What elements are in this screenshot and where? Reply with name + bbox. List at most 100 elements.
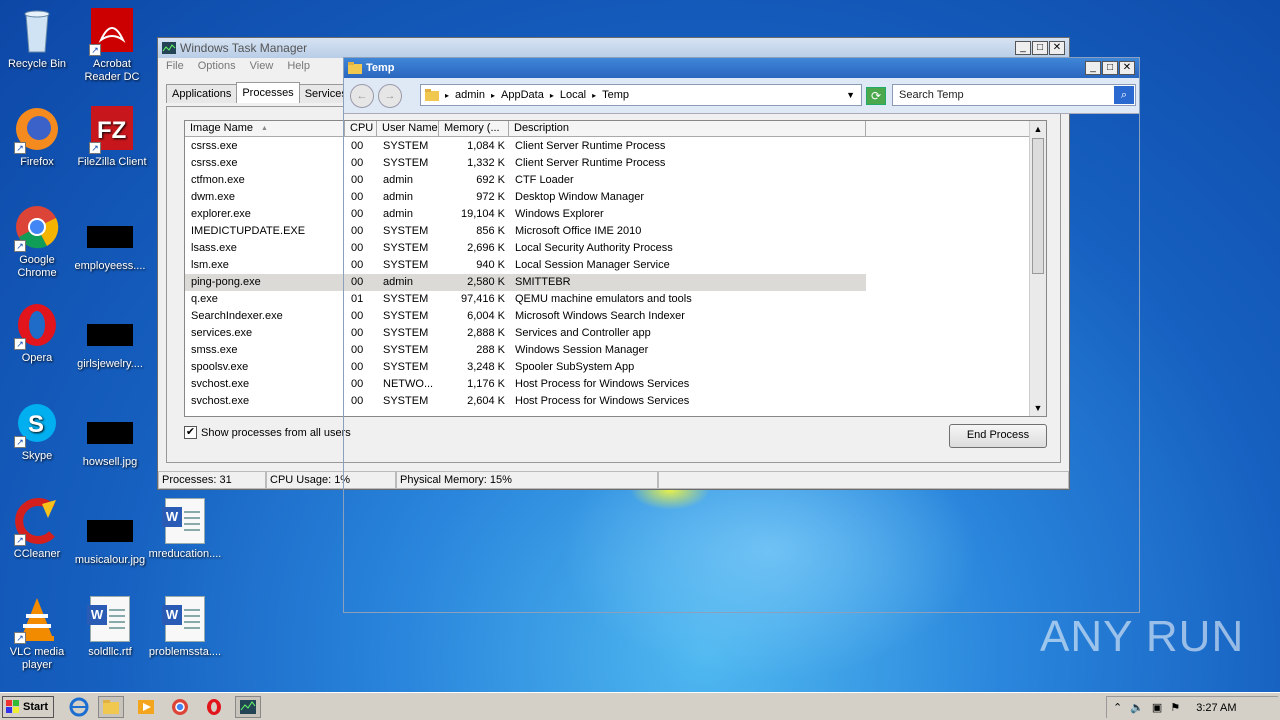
desktop-icon-girlsjewelry[interactable]: girlsjewelry.... — [73, 312, 147, 371]
task-manager-title: Windows Task Manager — [180, 41, 308, 55]
chevron-right-icon: ▸ — [445, 90, 450, 100]
menu-view[interactable]: View — [250, 60, 274, 74]
breadcrumb-temp[interactable]: Temp — [602, 89, 629, 101]
status-processes: Processes: 31 — [158, 471, 266, 489]
process-name: svchost.exe — [191, 378, 250, 390]
process-name: spoolsv.exe — [191, 361, 249, 373]
shortcut-arrow-icon: ↗ — [14, 632, 26, 644]
explorer-navbar: ← → ▸ admin ▸ AppData ▸ Local ▸ Temp ▼ ⟳… — [344, 78, 1139, 114]
folder-icon — [348, 62, 362, 74]
image-file-icon — [87, 520, 133, 542]
explorer-title: Temp — [366, 62, 395, 74]
desktop-icon-employeess[interactable]: employeess.... — [73, 214, 147, 273]
maximize-button[interactable]: □ — [1032, 41, 1048, 55]
process-name: lsass.exe — [191, 242, 237, 254]
task-manager-icon — [162, 42, 176, 54]
menu-help[interactable]: Help — [287, 60, 310, 74]
opera-icon: ↗ — [14, 302, 60, 350]
task-manager-tabs: Applications Processes Services — [166, 82, 353, 103]
action-center-flag-icon[interactable]: ⚑ — [1170, 701, 1180, 714]
address-bar[interactable]: ▸ admin ▸ AppData ▸ Local ▸ Temp ▼ — [420, 84, 862, 106]
breadcrumb-local[interactable]: Local — [560, 89, 586, 101]
desktop-icon-ccleaner[interactable]: ↗ CCleaner — [0, 498, 74, 561]
volume-icon[interactable]: 🔈 — [1130, 701, 1144, 714]
network-icon[interactable]: ▣ — [1152, 701, 1162, 714]
task-manager-titlebar[interactable]: Windows Task Manager _ □ ✕ — [158, 38, 1069, 58]
image-file-icon — [87, 226, 133, 248]
desktop-icon-soldllc[interactable]: W soldllc.rtf — [73, 596, 147, 659]
desktop-icon-recycle-bin[interactable]: Recycle Bin — [0, 8, 74, 71]
ccleaner-icon: ↗ — [14, 498, 60, 546]
desktop-icon-firefox[interactable]: ↗ Firefox — [0, 106, 74, 169]
shortcut-arrow-icon: ↗ — [89, 44, 101, 56]
explorer-titlebar[interactable]: Temp _ □ ✕ — [344, 58, 1139, 78]
taskbar-media-player-icon[interactable] — [133, 696, 159, 718]
shortcut-arrow-icon: ↗ — [14, 436, 26, 448]
taskbar-chrome-icon[interactable] — [167, 696, 193, 718]
tab-processes[interactable]: Processes — [236, 82, 300, 103]
process-name: SearchIndexer.exe — [191, 310, 283, 322]
desktop-icon-mreducation[interactable]: W mreducation.... — [148, 498, 222, 561]
taskbar-ie-icon[interactable] — [66, 696, 92, 718]
breadcrumb-admin[interactable]: admin — [455, 89, 485, 101]
desktop-icon-skype[interactable]: S ↗ Skype — [0, 400, 74, 463]
search-icon[interactable]: ⌕ — [1114, 86, 1134, 104]
explorer-window: Temp _ □ ✕ ← → ▸ admin ▸ AppData ▸ Local… — [343, 57, 1140, 613]
taskbar-task-manager-icon[interactable] — [235, 696, 261, 718]
process-name: csrss.exe — [191, 140, 238, 152]
menu-options[interactable]: Options — [198, 60, 236, 74]
minimize-button[interactable]: _ — [1015, 41, 1031, 55]
forward-button[interactable]: → — [378, 84, 402, 108]
explorer-close-button[interactable]: ✕ — [1119, 61, 1135, 75]
taskbar-explorer-icon[interactable] — [98, 696, 124, 718]
close-button[interactable]: ✕ — [1049, 41, 1065, 55]
process-name: explorer.exe — [191, 208, 251, 220]
svg-text:S: S — [28, 411, 44, 438]
desktop: Recycle Bin ↗ Acrobat Reader DC ↗ Firefo… — [0, 0, 1280, 692]
tab-applications[interactable]: Applications — [166, 84, 238, 103]
process-name: lsm.exe — [191, 259, 229, 271]
desktop-icon-howsell[interactable]: howsell.jpg — [73, 410, 147, 469]
chevron-right-icon: ▸ — [490, 90, 495, 100]
desktop-icon-vlc[interactable]: ↗ VLC media player — [0, 596, 74, 672]
tray-expand-icon[interactable]: ⌃ — [1113, 701, 1122, 714]
search-input[interactable]: Search Temp ⌕ — [892, 84, 1136, 106]
show-all-label: Show processes from all users — [201, 426, 351, 439]
col-image-name-header[interactable]: Image Name ▲ — [185, 121, 345, 137]
breadcrumb-appdata[interactable]: AppData — [501, 89, 544, 101]
start-button[interactable]: Start — [2, 696, 54, 718]
process-name: services.exe — [191, 327, 253, 339]
shortcut-arrow-icon: ↗ — [14, 240, 26, 252]
refresh-icon[interactable]: ⟳ — [866, 87, 886, 105]
explorer-maximize-button[interactable]: □ — [1102, 61, 1118, 75]
show-all-processes: ✔ Show processes from all users — [184, 426, 351, 439]
shortcut-arrow-icon: ↗ — [14, 142, 26, 154]
shortcut-arrow-icon: ↗ — [14, 534, 26, 546]
menu-file[interactable]: File — [166, 60, 184, 74]
desktop-icon-acrobat[interactable]: ↗ Acrobat Reader DC — [75, 8, 149, 84]
back-button[interactable]: ← — [350, 84, 374, 108]
desktop-icon-filezilla[interactable]: FZ ↗ FileZilla Client — [75, 106, 149, 169]
chevron-right-icon: ▸ — [549, 90, 554, 100]
desktop-icon-musicalour[interactable]: musicalour.jpg — [73, 508, 147, 567]
image-file-icon — [87, 422, 133, 444]
explorer-minimize-button[interactable]: _ — [1085, 61, 1101, 75]
anyrun-watermark: ANY RUN — [1040, 612, 1245, 661]
svg-text:FZ: FZ — [97, 117, 126, 144]
acrobat-icon: ↗ — [89, 8, 135, 56]
word-doc-icon: W — [162, 498, 208, 544]
address-dropdown-icon[interactable]: ▼ — [846, 90, 855, 100]
show-all-checkbox[interactable]: ✔ — [184, 426, 197, 439]
skype-icon: S ↗ — [14, 400, 60, 448]
desktop-icon-chrome[interactable]: ↗ Google Chrome — [0, 204, 74, 280]
taskbar: Start ⌃ 🔈 ▣ ⚑ 3:27 AM — [0, 692, 1280, 720]
clock[interactable]: 3:27 AM — [1196, 702, 1236, 714]
chevron-right-icon: ▸ — [592, 90, 597, 100]
process-name: IMEDICTUPDATE.EXE — [191, 225, 306, 237]
desktop-icon-problemssta[interactable]: W problemssta.... — [148, 596, 222, 659]
filezilla-icon: FZ ↗ — [89, 106, 135, 154]
process-name: dwm.exe — [191, 191, 236, 203]
taskbar-opera-icon[interactable] — [201, 696, 227, 718]
process-name: csrss.exe — [191, 157, 238, 169]
desktop-icon-opera[interactable]: ↗ Opera — [0, 302, 74, 365]
